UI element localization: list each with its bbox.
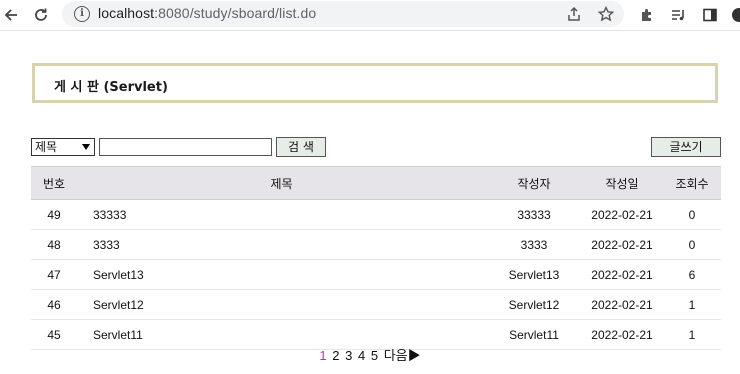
chevron-down-icon [82,144,90,150]
table-row: 49 33333 33333 2022-02-21 0 [31,199,721,230]
side-panel-icon[interactable] [699,4,721,26]
post-hits: 0 [663,199,721,230]
post-hits: 0 [663,229,721,260]
pagination: 1 2 3 4 5 다음▶ [0,345,740,364]
post-hits: 1 [663,289,721,320]
post-title-link[interactable]: Servlet12 [77,289,487,320]
column-header-title: 제목 [77,166,487,200]
search-field-select[interactable]: 제목 [31,138,95,156]
post-title-link[interactable]: 3333 [77,229,487,260]
post-hits: 6 [663,259,721,290]
page-link[interactable]: 2 [332,348,339,363]
post-number: 47 [31,259,77,290]
board-table: 번호 제목 작성자 작성일 조회수 49 33333 33333 2022-02… [31,166,721,350]
extensions-icon[interactable] [636,4,658,26]
site-info-icon[interactable]: i [74,6,90,22]
search-button[interactable]: 검 색 [276,137,326,157]
column-header-date: 작성일 [581,166,663,200]
post-date: 2022-02-21 [581,289,663,320]
profile-icon[interactable] [728,4,740,26]
url-text[interactable]: localhost:8080/study/sboard/list.do [98,5,316,21]
address-bar[interactable]: i localhost:8080/study/sboard/list.do [62,1,624,27]
bookmark-star-icon[interactable] [596,4,616,24]
page-current: 1 [319,348,327,363]
search-field-selected: 제목 [35,140,58,154]
media-control-icon[interactable] [667,4,689,26]
board-title-box: 게 시 판 (Servlet) [32,63,718,103]
post-number: 46 [31,289,77,320]
page-title: 게 시 판 (Servlet) [54,80,168,95]
write-button[interactable]: 글쓰기 [651,137,721,157]
browser-toolbar: i localhost:8080/study/sboard/list.do [0,0,740,31]
column-header-writer: 작성자 [487,166,581,200]
page-link[interactable]: 3 [345,348,352,363]
next-page-link[interactable]: 다음▶ [384,348,421,363]
post-title-link[interactable]: 33333 [77,199,487,230]
back-arrow-icon[interactable] [0,4,22,26]
post-writer: 3333 [487,229,581,260]
page-link[interactable]: 4 [358,348,365,363]
post-title-link[interactable]: Servlet13 [77,259,487,290]
post-writer: Servlet12 [487,289,581,320]
search-bar: 제목 검 색 글쓰기 [31,137,721,159]
page-link[interactable]: 5 [371,348,378,363]
table-row: 46 Servlet12 Servlet12 2022-02-21 1 [31,289,721,320]
table-header-row: 번호 제목 작성자 작성일 조회수 [31,166,721,200]
reload-icon[interactable] [30,4,52,26]
table-row: 47 Servlet13 Servlet13 2022-02-21 6 [31,259,721,290]
post-number: 48 [31,229,77,260]
post-date: 2022-02-21 [581,199,663,230]
share-icon[interactable] [564,4,584,24]
post-date: 2022-02-21 [581,259,663,290]
post-date: 2022-02-21 [581,229,663,260]
column-header-hits: 조회수 [663,166,721,200]
post-writer: Servlet13 [487,259,581,290]
post-number: 49 [31,199,77,230]
table-row: 48 3333 3333 2022-02-21 0 [31,229,721,260]
search-input[interactable] [99,138,272,156]
column-header-no: 번호 [31,166,77,200]
post-writer: 33333 [487,199,581,230]
